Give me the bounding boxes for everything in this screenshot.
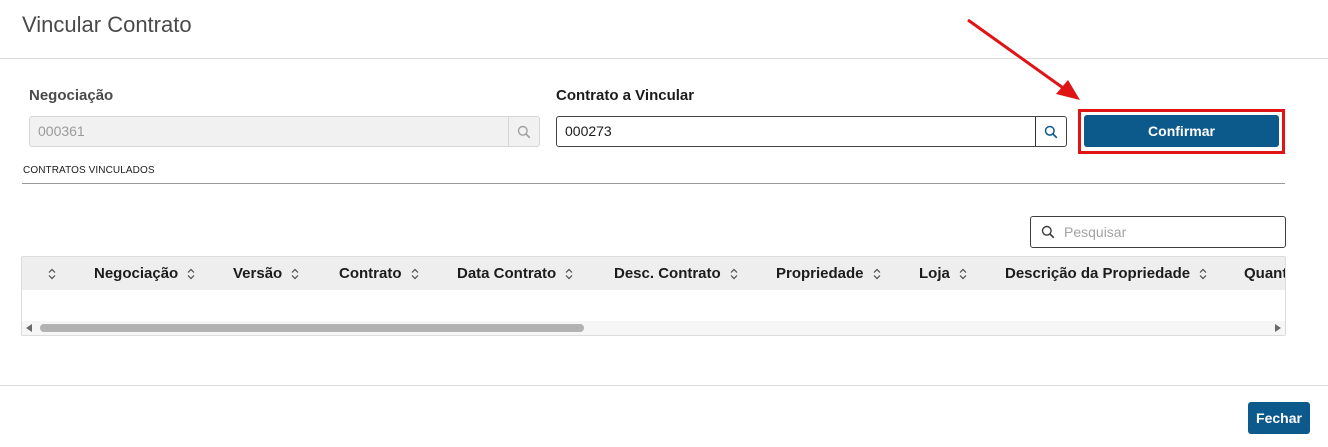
column-label: Loja (919, 265, 950, 282)
sort-icon (873, 268, 880, 279)
section-divider (22, 183, 1285, 184)
sort-icon (48, 268, 56, 279)
annotation-arrow (967, 18, 1080, 100)
column-data-contrato[interactable]: Data Contrato (457, 257, 573, 290)
column-loja[interactable]: Loja (919, 257, 967, 290)
column-label: Versão (233, 265, 283, 282)
column-label: Contrato (339, 265, 402, 282)
sort-icon (187, 268, 195, 279)
column-contrato[interactable]: Contrato (339, 257, 419, 290)
negociacao-search-button (508, 117, 539, 146)
column-label: Quant (1244, 265, 1286, 282)
footer-divider (0, 385, 1328, 386)
negociacao-label: Negociação (29, 87, 114, 104)
negociacao-value: 000361 (38, 123, 85, 139)
search-icon (517, 125, 531, 138)
search-icon (1044, 125, 1058, 138)
sort-icon (730, 268, 738, 279)
negociacao-field: 000361 (29, 116, 540, 147)
column-descricao-propriedade[interactable]: Descrição da Propriedade (1005, 257, 1207, 290)
column-select[interactable] (48, 257, 56, 290)
sort-icon (1199, 268, 1207, 279)
scroll-left-icon[interactable] (26, 324, 32, 332)
column-label: Desc. Contrato (614, 265, 721, 282)
sort-icon (291, 268, 299, 279)
column-negociacao[interactable]: Negociação (94, 257, 195, 290)
contracts-table: Negociação Versão Contrato Data Contrato… (21, 256, 1286, 336)
scrollbar-thumb[interactable] (40, 324, 584, 332)
column-label: Propriedade (776, 265, 864, 282)
sort-icon (411, 268, 418, 279)
sort-icon (565, 268, 573, 279)
modal-title: Vincular Contrato (22, 12, 192, 37)
close-button[interactable]: Fechar (1248, 402, 1310, 434)
column-propriedade[interactable]: Propriedade (776, 257, 881, 290)
contrato-field[interactable]: 000273 (556, 116, 1067, 147)
column-label: Negociação (94, 265, 179, 282)
column-label: Data Contrato (457, 265, 557, 282)
contrato-search-button[interactable] (1035, 117, 1066, 146)
horizontal-scrollbar[interactable] (22, 321, 1285, 335)
search-field[interactable]: Pesquisar (1030, 216, 1286, 248)
contrato-input[interactable]: 000273 (557, 117, 1035, 146)
header-divider (0, 58, 1328, 59)
column-label: Descrição da Propriedade (1005, 265, 1191, 282)
contrato-label: Contrato a Vincular (556, 87, 695, 104)
column-versao[interactable]: Versão (233, 257, 299, 290)
confirm-button[interactable]: Confirmar (1084, 115, 1279, 147)
search-placeholder[interactable]: Pesquisar (1064, 224, 1126, 240)
table-header: Negociação Versão Contrato Data Contrato… (22, 257, 1286, 290)
sort-icon (959, 268, 967, 279)
column-quantidade[interactable]: Quant (1244, 257, 1286, 290)
search-icon (1041, 225, 1055, 239)
section-title: CONTRATOS VINCULADOS (23, 165, 155, 176)
column-desc-contrato[interactable]: Desc. Contrato (614, 257, 738, 290)
scroll-right-icon[interactable] (1275, 324, 1281, 332)
